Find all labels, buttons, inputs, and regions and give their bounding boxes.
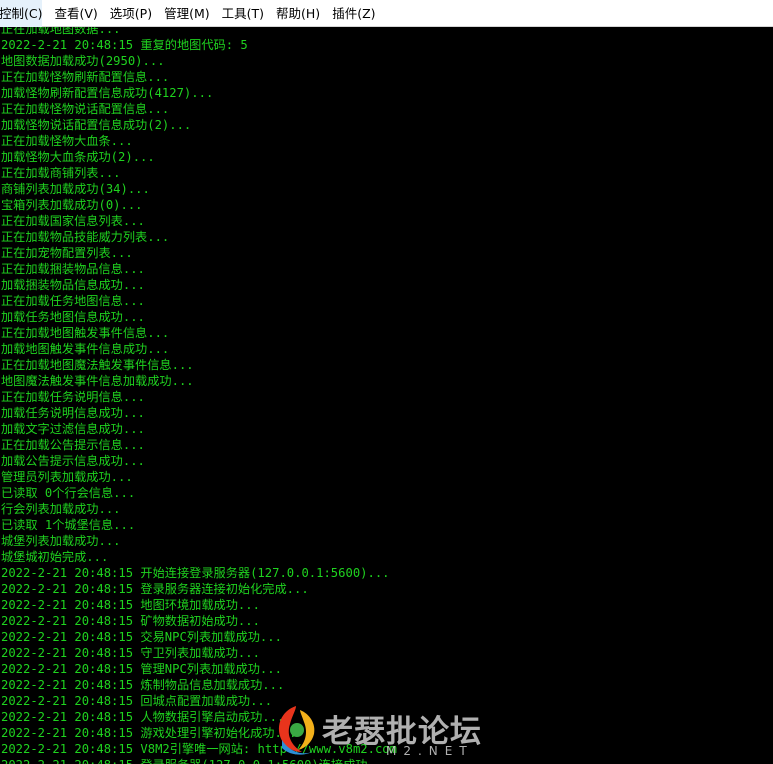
- log-line: 正在加载物品技能威力列表...: [1, 230, 170, 244]
- menu-bar: 控制(C) 查看(V) 选项(P) 管理(M) 工具(T) 帮助(H) 插件(Z…: [0, 0, 773, 27]
- log-line: 正在加载公告提示信息...: [1, 438, 145, 452]
- app-window: 正在加载地图数据... 2022-2-21 20:48:15 重复的地图代码: 5…: [0, 0, 773, 764]
- log-list: 正在加载地图数据... 2022-2-21 20:48:15 重复的地图代码: 5…: [0, 21, 773, 764]
- log-line: 正在加载地图触发事件信息...: [1, 326, 170, 340]
- log-line: 加载地图触发事件信息成功...: [1, 342, 170, 356]
- log-line: 地图魔法触发事件信息加载成功...: [1, 374, 194, 388]
- log-line: 2022-2-21 20:48:15 V8M2引擎唯一网站: http://ww…: [1, 742, 397, 756]
- log-line: 正在加载任务说明信息...: [1, 390, 145, 404]
- log-line: 正在加载任务地图信息...: [1, 294, 145, 308]
- log-line: 2022-2-21 20:48:15 人物数据引擎启动成功...: [1, 710, 285, 724]
- log-line: 正在加宠物配置列表...: [1, 246, 133, 260]
- log-line: 2022-2-21 20:48:15 开始连接登录服务器(127.0.0.1:5…: [1, 566, 390, 580]
- log-line: 2022-2-21 20:48:15 回城点配置加载成功...: [1, 694, 273, 708]
- log-line: 2022-2-21 20:48:15 守卫列表加载成功...: [1, 646, 260, 660]
- log-line: 2022-2-21 20:48:15 登录服务器(127.0.0.1:5600)…: [0, 757, 773, 764]
- log-line: 正在加载地图魔法触发事件信息...: [1, 358, 194, 372]
- log-line: 2022-2-21 20:48:15 管理NPC列表加载成功...: [1, 662, 282, 676]
- log-line: 2022-2-21 20:48:15 登录服务器连接初始化完成...: [1, 582, 309, 596]
- log-line: 2022-2-21 20:48:15 交易NPC列表加载成功...: [1, 630, 282, 644]
- log-line: 加载怪物刷新配置信息成功(4127)...: [1, 86, 214, 100]
- log-line: 正在加载怪物刷新配置信息...: [1, 70, 170, 84]
- log-line: 行会列表加载成功...: [1, 502, 121, 516]
- log-line: 城堡列表加载成功...: [1, 534, 121, 548]
- log-line: 2022-2-21 20:48:15 矿物数据初始成功...: [1, 614, 260, 628]
- console-output[interactable]: 正在加载地图数据... 2022-2-21 20:48:15 重复的地图代码: 5…: [0, 21, 773, 764]
- log-line: 2022-2-21 20:48:15 重复的地图代码: 5: [1, 38, 248, 52]
- log-line: 2022-2-21 20:48:15 地图环境加载成功...: [1, 598, 260, 612]
- log-line: 加载任务说明信息成功...: [1, 406, 145, 420]
- log-line: 正在加载商铺列表...: [1, 166, 121, 180]
- log-line: 已读取 1个城堡信息...: [1, 518, 136, 532]
- log-line: 已读取 0个行会信息...: [1, 486, 136, 500]
- log-line: 正在加载怪物说话配置信息...: [1, 102, 170, 116]
- log-line: 加载文字过滤信息成功...: [1, 422, 145, 436]
- log-line: 城堡城初始完成...: [1, 550, 109, 564]
- menu-options[interactable]: 选项(P): [110, 0, 152, 27]
- log-line: 加载公告提示信息成功...: [1, 454, 145, 468]
- menu-control[interactable]: 控制(C): [0, 0, 43, 27]
- menu-help[interactable]: 帮助(H): [276, 0, 320, 27]
- log-line: 宝箱列表加载成功(0)...: [1, 198, 143, 212]
- log-line: 地图数据加载成功(2950)...: [1, 54, 165, 68]
- log-line: 正在加载怪物大血条...: [1, 134, 133, 148]
- log-line: 商铺列表加载成功(34)...: [1, 182, 150, 196]
- log-line: 管理员列表加载成功...: [1, 470, 133, 484]
- log-line: 加载捆装物品信息成功...: [1, 278, 145, 292]
- log-line: 2022-2-21 20:48:15 游戏处理引擎初始化成功...: [1, 726, 297, 740]
- menu-manage[interactable]: 管理(M): [164, 0, 210, 27]
- log-line: 2022-2-21 20:48:15 炼制物品信息加载成功...: [1, 678, 285, 692]
- menu-tools[interactable]: 工具(T): [222, 0, 264, 27]
- log-line: 正在加载国家信息列表...: [1, 214, 145, 228]
- menu-view[interactable]: 查看(V): [54, 0, 97, 27]
- log-line: 加载任务地图信息成功...: [1, 310, 145, 324]
- log-line: 正在加载捆装物品信息...: [1, 262, 145, 276]
- menu-plugins[interactable]: 插件(Z): [332, 0, 375, 27]
- log-line: 加载怪物说话配置信息成功(2)...: [1, 118, 192, 132]
- log-line: 加载怪物大血条成功(2)...: [1, 150, 155, 164]
